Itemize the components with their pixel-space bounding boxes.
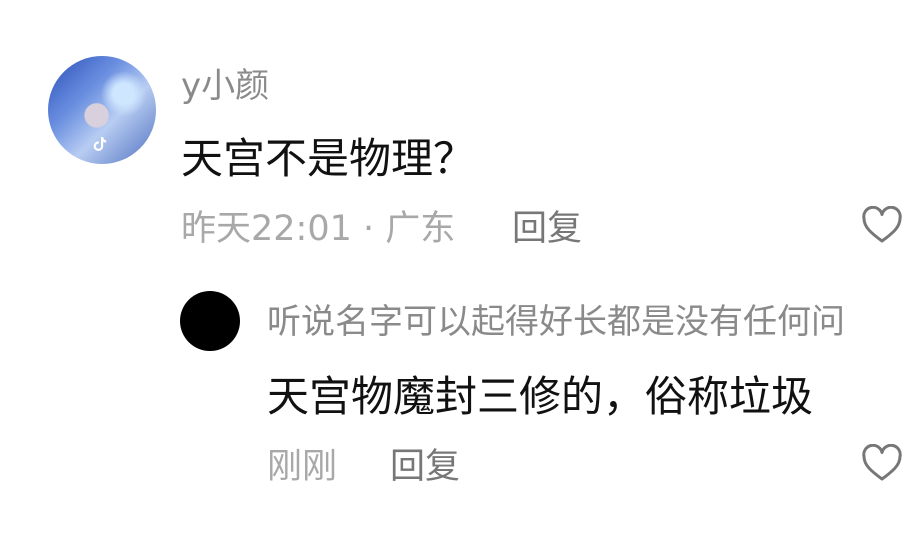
- heart-outline-icon[interactable]: [861, 206, 903, 244]
- tiktok-icon: [93, 137, 107, 151]
- comment-text: 天宫不是物理？: [181, 134, 476, 183]
- reply-button[interactable]: 回复: [512, 206, 582, 252]
- avatar[interactable]: [48, 56, 156, 164]
- reply-reply-button[interactable]: 回复: [390, 444, 460, 490]
- reply-text: 天宫物魔封三修的，俗称垃圾: [267, 372, 814, 421]
- heart-outline-icon[interactable]: [861, 444, 903, 482]
- comment-meta: 昨天22:01 · 广东: [181, 209, 456, 249]
- reply-username[interactable]: 听说名字可以起得好长都是没有任何问: [267, 300, 909, 344]
- comment-username[interactable]: y小颜: [181, 64, 269, 108]
- reply-avatar[interactable]: [180, 291, 240, 351]
- reply-time: 刚刚: [267, 447, 338, 487]
